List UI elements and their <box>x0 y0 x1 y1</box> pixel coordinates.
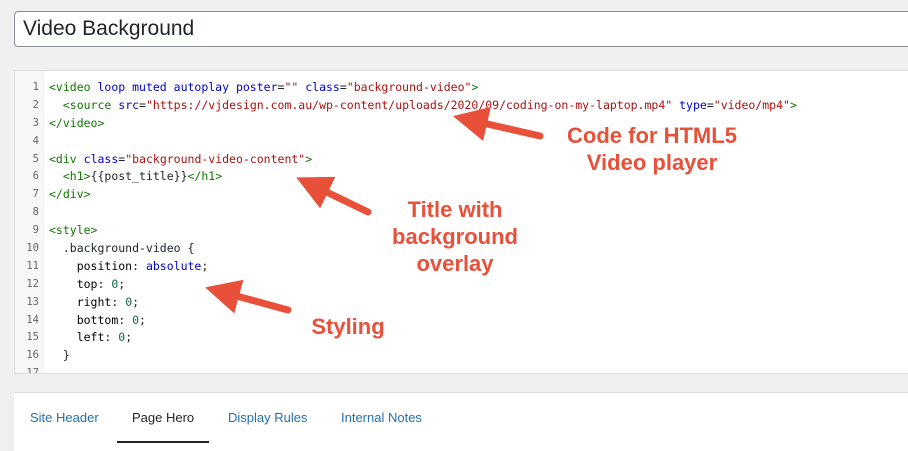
tabs-bar: Site Header Page Hero Display Rules Inte… <box>14 392 908 451</box>
arrow-code-player <box>452 106 544 141</box>
tab-site-header[interactable]: Site Header <box>30 393 99 441</box>
tab-page-hero[interactable]: Page Hero <box>117 393 210 443</box>
arrow-styling <box>205 279 292 314</box>
tab-internal-notes[interactable]: Internal Notes <box>341 393 422 441</box>
annotation-styling: Styling <box>311 314 385 339</box>
annotation-title-overlay: Title with background overlay <box>392 197 518 276</box>
tab-display-rules[interactable]: Display Rules <box>228 393 307 441</box>
arrow-title-overlay <box>296 176 372 216</box>
annotation-code-player: Code for HTML5 Video player <box>567 123 737 175</box>
